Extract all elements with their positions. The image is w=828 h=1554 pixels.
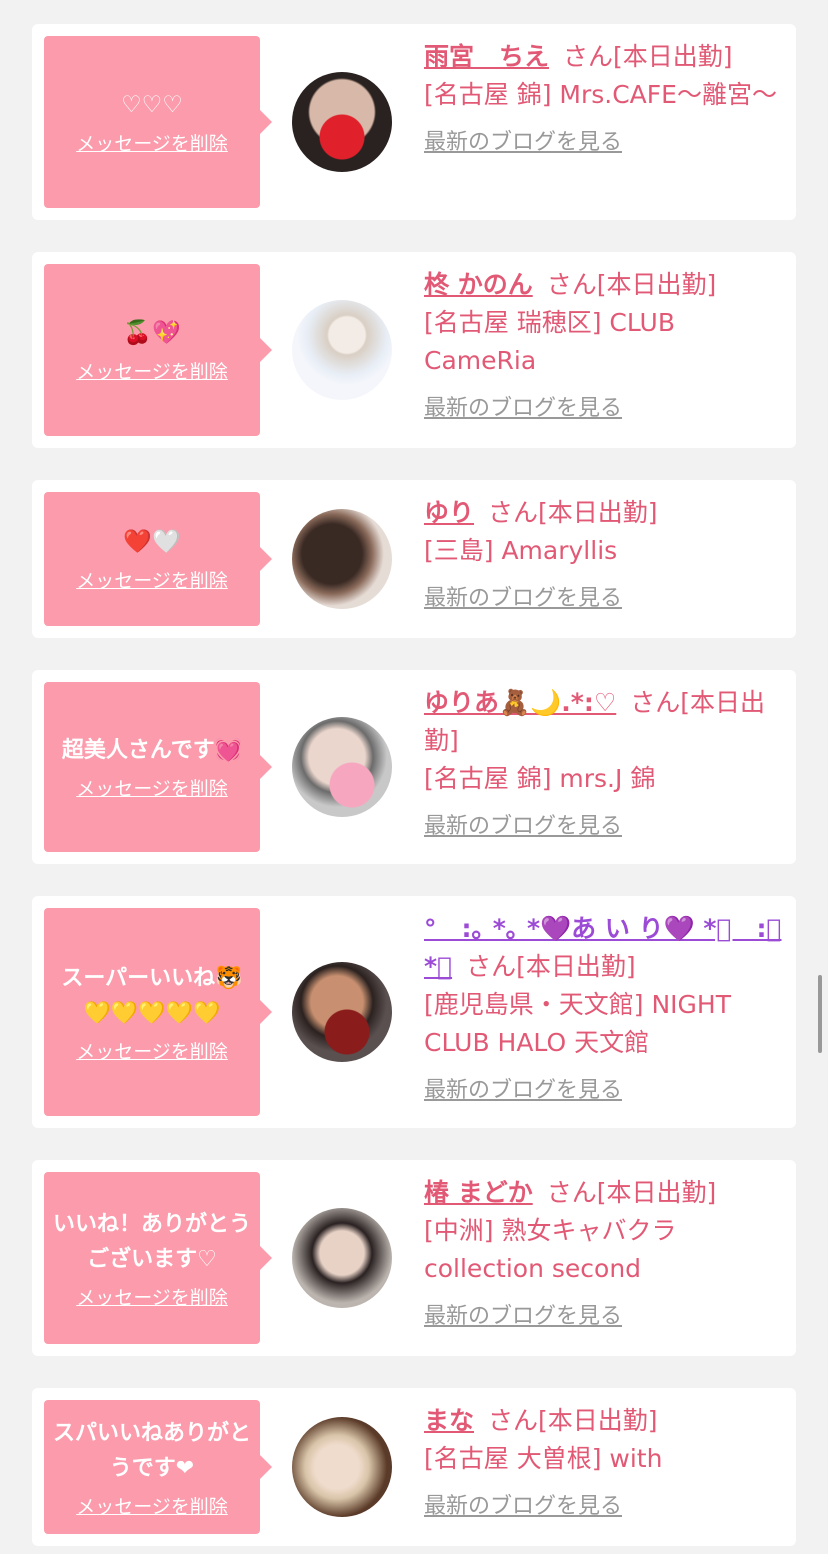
view-blog-link[interactable]: 最新のブログを見る: [424, 580, 790, 618]
store-name: [名古屋 瑞穂区] CLUB CameRia: [424, 308, 675, 375]
message-bubble: いいね！ありがとうございます♡ メッセージを削除: [44, 1172, 272, 1344]
scrollbar[interactable]: [818, 975, 822, 1053]
list-item: ♡♡♡ メッセージを削除 雨宮 ちえ さん[本日出勤] [名古屋 錦] Mrs.C…: [32, 24, 796, 220]
delete-message-link[interactable]: メッセージを削除: [76, 1037, 228, 1064]
cast-name-link[interactable]: ゆりあ🧸🌙.*:♡: [424, 688, 616, 717]
attendance-status: さん[本日出勤]: [466, 952, 636, 981]
message-bubble: 🍒💖 メッセージを削除: [44, 264, 272, 436]
attendance-status: さん[本日出勤]: [546, 270, 717, 299]
store-name: [中洲] 熟女キャバクラ collection second: [424, 1216, 677, 1283]
list-item: スパいいねありがとうです❤ メッセージを削除 まな さん[本日出勤] [名古屋 大…: [32, 1388, 796, 1546]
cast-name-link[interactable]: 雨宮 ちえ: [424, 42, 549, 71]
avatar[interactable]: [292, 717, 392, 817]
message-bubble: スパいいねありがとうです❤ メッセージを削除: [44, 1400, 272, 1534]
message-bubble: スーパーいいね🐯💛💛💛💛💛 メッセージを削除: [44, 908, 272, 1116]
view-blog-link[interactable]: 最新のブログを見る: [424, 1072, 790, 1110]
list-item: スーパーいいね🐯💛💛💛💛💛 メッセージを削除 ° :｡ *｡ *💜あ い り💜 …: [32, 896, 796, 1128]
attendance-status: さん[本日出勤]: [488, 498, 658, 527]
avatar[interactable]: [292, 300, 392, 400]
message-text: スーパーいいね🐯💛💛💛💛💛: [61, 965, 243, 1026]
message-text: スパいいねありがとうです❤: [52, 1420, 251, 1481]
list-item: 超美人さんです💓 メッセージを削除 ゆりあ🧸🌙.*:♡ さん[本日出勤] [名古屋…: [32, 670, 796, 864]
message-bubble: 超美人さんです💓 メッセージを削除: [44, 682, 272, 852]
cast-info: 雨宮 ちえ さん[本日出勤] [名古屋 錦] Mrs.CAFE〜離宮〜 最新のブロ…: [424, 38, 790, 162]
cast-name-link[interactable]: まな: [424, 1406, 474, 1435]
delete-message-link[interactable]: メッセージを削除: [76, 1283, 228, 1310]
store-name: [名古屋 大曽根] with: [424, 1444, 663, 1473]
message-text: ♡♡♡: [121, 92, 183, 118]
cast-info: ° :｡ *｡ *💜あ い り💜 *ﾟ :｡*｡ さん[本日出勤] [鹿児島県・天…: [424, 910, 790, 1110]
store-name: [鹿児島県・天文館] NIGHT CLUB HALO 天文館: [424, 990, 731, 1057]
avatar[interactable]: [292, 1208, 392, 1308]
delete-message-link[interactable]: メッセージを削除: [76, 566, 228, 593]
message-text: 🍒💖: [123, 320, 181, 346]
cast-info: 柊 かのん さん[本日出勤] [名古屋 瑞穂区] CLUB CameRia 最新の…: [424, 266, 790, 428]
attendance-status: さん[本日出勤]: [488, 1406, 658, 1435]
list-item: ❤️🤍 メッセージを削除 ゆり さん[本日出勤] [三島] Amaryllis 最…: [32, 480, 796, 638]
view-blog-link[interactable]: 最新のブログを見る: [424, 390, 790, 428]
avatar[interactable]: [292, 1417, 392, 1517]
cast-name-link[interactable]: 柊 かのん: [424, 270, 533, 299]
message-bubble: ❤️🤍 メッセージを削除: [44, 492, 272, 626]
cast-info: ゆり さん[本日出勤] [三島] Amaryllis 最新のブログを見る: [424, 494, 790, 618]
store-name: [名古屋 錦] Mrs.CAFE〜離宮〜: [424, 80, 777, 109]
message-text: ❤️🤍: [123, 529, 181, 555]
delete-message-link[interactable]: メッセージを削除: [76, 1492, 228, 1519]
message-text: 超美人さんです💓: [61, 738, 243, 763]
cast-name-link[interactable]: 椿 まどか: [424, 1178, 533, 1207]
view-blog-link[interactable]: 最新のブログを見る: [424, 808, 790, 846]
cast-info: ゆりあ🧸🌙.*:♡ さん[本日出勤] [名古屋 錦] mrs.J 錦 最新のブログ…: [424, 684, 790, 846]
attendance-status: さん[本日出勤]: [563, 42, 733, 71]
cast-name-link[interactable]: ゆり: [424, 498, 474, 527]
avatar[interactable]: [292, 72, 392, 172]
list-item: 🍒💖 メッセージを削除 柊 かのん さん[本日出勤] [名古屋 瑞穂区] CLUB…: [32, 252, 796, 448]
avatar[interactable]: [292, 962, 392, 1062]
list-item: いいね！ありがとうございます♡ メッセージを削除 椿 まどか さん[本日出勤] […: [32, 1160, 796, 1356]
delete-message-link[interactable]: メッセージを削除: [76, 129, 228, 156]
avatar[interactable]: [292, 509, 392, 609]
delete-message-link[interactable]: メッセージを削除: [76, 357, 228, 384]
message-text: いいね！ありがとうございます♡: [52, 1211, 251, 1272]
attendance-status: さん[本日出勤]: [546, 1178, 717, 1207]
cast-info: 椿 まどか さん[本日出勤] [中洲] 熟女キャバクラ collection se…: [424, 1174, 790, 1336]
cast-info: まな さん[本日出勤] [名古屋 大曽根] with 最新のブログを見る: [424, 1402, 790, 1526]
store-name: [三島] Amaryllis: [424, 536, 618, 565]
store-name: [名古屋 錦] mrs.J 錦: [424, 764, 656, 793]
message-bubble: ♡♡♡ メッセージを削除: [44, 36, 272, 208]
view-blog-link[interactable]: 最新のブログを見る: [424, 1488, 790, 1526]
view-blog-link[interactable]: 最新のブログを見る: [424, 124, 790, 162]
delete-message-link[interactable]: メッセージを削除: [76, 774, 228, 801]
view-blog-link[interactable]: 最新のブログを見る: [424, 1298, 790, 1336]
